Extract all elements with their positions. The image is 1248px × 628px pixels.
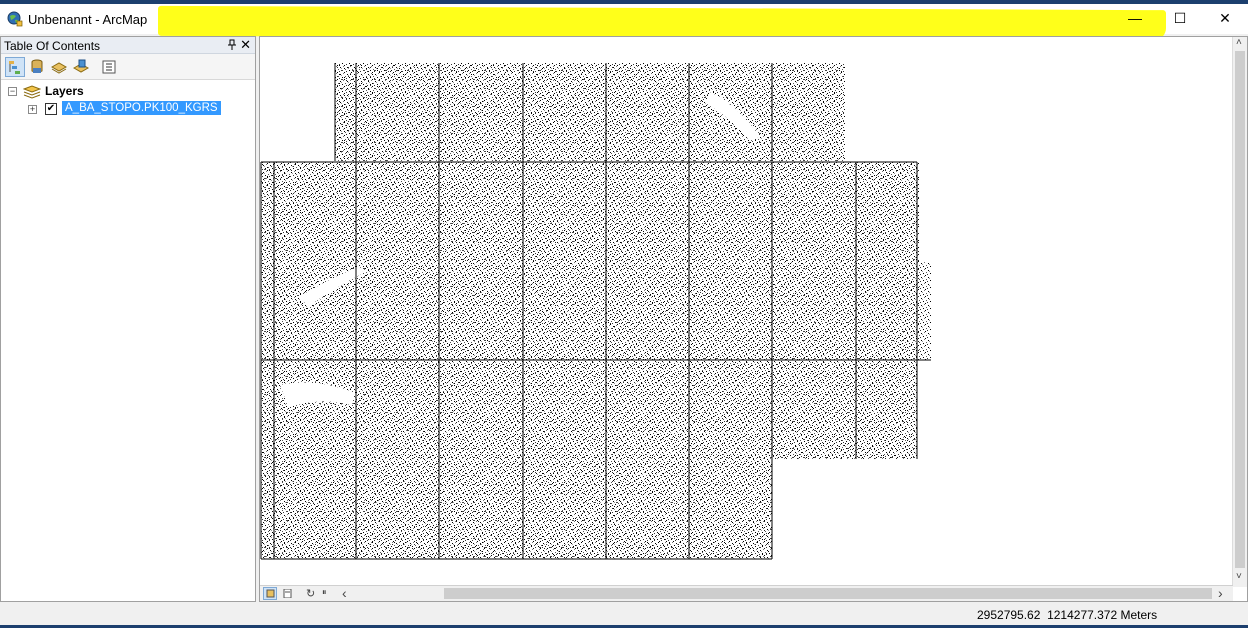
scroll-up-icon[interactable]: ˄: [1236, 37, 1242, 48]
list-by-source-button[interactable]: [27, 57, 47, 77]
window-title: Unbenannt - ArcMap: [28, 12, 148, 27]
list-by-selection-icon: [73, 59, 89, 73]
scroll-right-icon[interactable]: ›: [1218, 585, 1223, 601]
scroll-down-icon[interactable]: ˅: [1236, 571, 1242, 582]
scroll-left-icon[interactable]: ‹: [342, 585, 347, 601]
cursor-coordinates: 2952795.62 1214277.372 Meters: [977, 608, 1157, 622]
map-vertical-scrollbar[interactable]: ˄ ˅: [1232, 37, 1247, 587]
arcmap-globe-icon: [7, 11, 23, 27]
raster-map-canvas[interactable]: [260, 37, 1233, 585]
horizontal-scroll-thumb[interactable]: [444, 588, 1212, 599]
layer-expand-toggle[interactable]: +: [28, 105, 37, 114]
layer-visibility-checkbox[interactable]: ✔: [45, 103, 57, 115]
coord-y: 1214277.372: [1047, 608, 1118, 622]
coord-units: Meters: [1120, 608, 1158, 622]
close-icon: ✕: [1219, 9, 1231, 26]
data-view-button[interactable]: [263, 587, 277, 600]
layout-view-button[interactable]: [280, 587, 294, 600]
refresh-icon[interactable]: ↻: [306, 587, 315, 600]
maximize-icon: ☐: [1173, 9, 1187, 26]
list-by-selection-button[interactable]: [71, 57, 91, 77]
vertical-scroll-thumb[interactable]: [1235, 51, 1245, 568]
list-by-source-icon: [31, 59, 43, 73]
raster-tiles: [261, 63, 931, 559]
layers-collapse-toggle[interactable]: −: [8, 87, 17, 96]
layer-name[interactable]: A_BA_STOPO.PK100_KGRS: [62, 101, 221, 115]
options-icon: [102, 60, 116, 74]
close-button[interactable]: ✕: [1202, 4, 1248, 32]
toc-title: Table Of Contents: [4, 39, 101, 53]
table-of-contents-panel: Table Of Contents ✕ − Layers + ✔ A_BA_ST…: [0, 36, 256, 602]
status-bar: 2952795.62 1214277.372 Meters: [0, 603, 1248, 625]
toc-close-icon[interactable]: ✕: [240, 37, 251, 53]
toc-toolbar: [1, 54, 255, 80]
layers-group-label[interactable]: Layers: [45, 84, 84, 98]
list-by-visibility-icon: [51, 62, 67, 74]
toc-options-button[interactable]: [99, 57, 119, 77]
list-by-drawing-order-icon: [9, 61, 20, 74]
list-by-visibility-button[interactable]: [49, 57, 69, 77]
data-view-icon: [266, 589, 274, 598]
minimize-button[interactable]: —: [1112, 4, 1158, 32]
map-bottom-bar: ↻ ⏸ ‹ ›: [260, 585, 1233, 601]
toc-header: Table Of Contents ✕: [1, 37, 255, 54]
pause-drawing-icon[interactable]: ⏸: [322, 587, 327, 598]
layers-group-icon: [23, 85, 41, 99]
layout-view-icon: [283, 589, 291, 598]
pin-icon[interactable]: [227, 39, 237, 51]
coord-x: 2952795.62: [977, 608, 1041, 622]
maximize-button[interactable]: ☐: [1157, 4, 1203, 32]
map-view[interactable]: ˄ ˅ ↻ ⏸ ‹ ›: [259, 36, 1248, 602]
list-by-drawing-order-button[interactable]: [5, 57, 25, 77]
minimize-icon: —: [1128, 10, 1142, 26]
